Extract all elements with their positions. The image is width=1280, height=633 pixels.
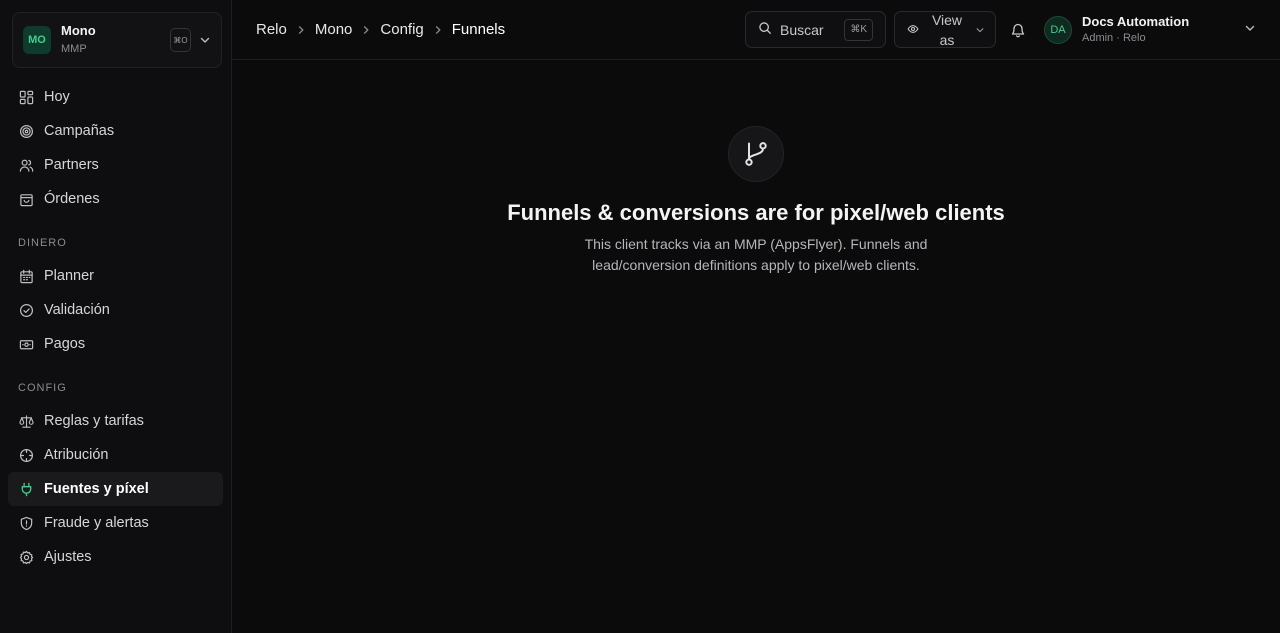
crosshair-icon — [18, 447, 34, 463]
shield-icon — [18, 515, 34, 531]
sidebar-item-label: Hoy — [44, 89, 70, 105]
user-name: Docs Automation — [1082, 13, 1190, 29]
sidebar-item-label: Atribución — [44, 447, 109, 463]
user-menu[interactable]: DA Docs Automation Admin · Relo — [1044, 14, 1256, 46]
sidebar-item-hoy[interactable]: Hoy — [8, 80, 223, 114]
sidebar-item-label: Partners — [44, 157, 99, 173]
gear-icon — [18, 549, 34, 565]
breadcrumb-item[interactable]: Relo — [256, 21, 287, 38]
chevron-down-icon — [975, 22, 985, 38]
check-circle-icon — [18, 302, 34, 318]
app-root: MO Mono MMP ⌘O Hoy Campañas Partners Órd… — [0, 0, 1280, 633]
search-shortcut: ⌘K — [844, 18, 873, 41]
org-shortcut-badge: ⌘O — [170, 28, 191, 52]
org-text: Mono MMP — [61, 23, 170, 57]
sidebar-item-planner[interactable]: Planner — [8, 259, 223, 293]
view-as-button[interactable]: View as — [894, 11, 996, 48]
search-button[interactable]: Buscar ⌘K — [745, 11, 886, 48]
eye-icon — [907, 22, 919, 38]
sidebar-item-label: Pagos — [44, 336, 86, 352]
target-icon — [18, 123, 34, 139]
shopping-bag-icon — [18, 191, 34, 207]
view-as-label: View as — [931, 11, 963, 48]
users-icon — [18, 157, 34, 173]
sidebar-item-campanas[interactable]: Campañas — [8, 114, 223, 148]
plug-icon — [18, 481, 34, 497]
sidebar-item-fraude[interactable]: Fraude y alertas — [8, 506, 223, 540]
git-branch-icon — [728, 126, 784, 182]
search-icon — [758, 21, 772, 38]
sidebar-item-validacion[interactable]: Validación — [8, 293, 223, 327]
sidebar-item-ordenes[interactable]: Órdenes — [8, 182, 223, 216]
sidebar-item-label: Órdenes — [44, 191, 100, 207]
sidebar-item-label: Campañas — [44, 123, 115, 139]
sidebar-item-label: Planner — [44, 268, 94, 284]
sidebar-item-label: Validación — [44, 302, 110, 318]
chevron-right-icon — [296, 25, 306, 35]
breadcrumb: Relo Mono Config Funnels — [256, 21, 745, 38]
sidebar-item-ajustes[interactable]: Ajustes — [8, 540, 223, 574]
main-nav: Hoy Campañas Partners Órdenes DINERO Pla… — [8, 80, 223, 574]
topbar: Relo Mono Config Funnels Buscar ⌘K View … — [232, 0, 1280, 60]
calendar-icon — [18, 268, 34, 284]
org-avatar: MO — [23, 26, 51, 54]
chevron-down-icon — [1244, 21, 1256, 39]
sidebar-item-label: Reglas y tarifas — [44, 413, 144, 429]
scale-icon — [18, 413, 34, 429]
content-area: Funnels & conversions are for pixel/web … — [232, 60, 1280, 633]
avatar: DA — [1044, 15, 1072, 44]
sidebar-item-label: Ajustes — [44, 549, 92, 565]
breadcrumb-item[interactable]: Mono — [315, 21, 353, 38]
empty-state-description: This client tracks via an MMP (AppsFlyer… — [584, 236, 928, 273]
sidebar-item-partners[interactable]: Partners — [8, 148, 223, 182]
section-label-config: CONFIG — [18, 382, 67, 394]
breadcrumb-item[interactable]: Config — [380, 21, 423, 38]
empty-state: Funnels & conversions are for pixel/web … — [232, 126, 1280, 276]
chevron-right-icon — [433, 25, 443, 35]
chevron-right-icon — [361, 25, 371, 35]
sidebar: MO Mono MMP ⌘O Hoy Campañas Partners Órd… — [0, 0, 232, 633]
chevron-down-icon[interactable] — [199, 34, 211, 46]
sidebar-item-fuentes[interactable]: Fuentes y píxel — [8, 472, 223, 506]
org-name: Mono — [61, 23, 96, 38]
org-switcher[interactable]: MO Mono MMP ⌘O — [12, 12, 222, 68]
sidebar-item-label: Fraude y alertas — [44, 515, 149, 531]
sidebar-item-atribucion[interactable]: Atribución — [8, 438, 223, 472]
empty-state-title: Funnels & conversions are for pixel/web … — [507, 200, 1005, 225]
sidebar-item-pagos[interactable]: Pagos — [8, 327, 223, 361]
sidebar-item-reglas[interactable]: Reglas y tarifas — [8, 404, 223, 438]
search-label: Buscar — [780, 21, 824, 38]
user-role: Admin · Relo — [1082, 31, 1146, 44]
user-text: Docs Automation Admin · Relo — [1082, 14, 1244, 46]
dashboard-icon — [18, 89, 34, 105]
sidebar-item-label: Fuentes y píxel — [44, 481, 149, 497]
org-subtitle: MMP — [61, 43, 87, 55]
main-area: Relo Mono Config Funnels Buscar ⌘K View … — [232, 0, 1280, 633]
banknote-icon — [18, 336, 34, 352]
breadcrumb-current: Funnels — [451, 21, 506, 38]
section-label-dinero: DINERO — [18, 237, 67, 249]
bell-icon[interactable] — [1006, 18, 1030, 42]
